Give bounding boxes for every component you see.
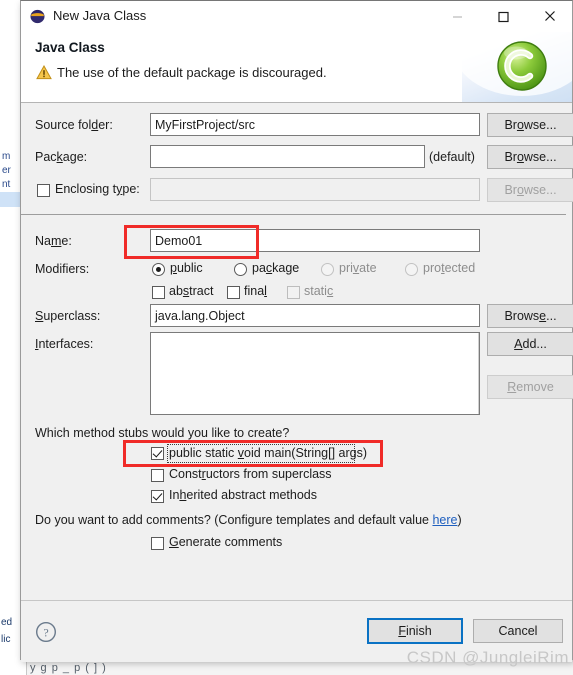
modifier-checkbox-final[interactable] — [227, 286, 240, 299]
modifier-radio-private — [321, 263, 334, 276]
interfaces-add-label: Add... — [514, 337, 547, 351]
dialog-title: New Java Class — [53, 8, 147, 23]
generate-comments-checkbox[interactable] — [151, 537, 164, 550]
enclosing-type-browse-label: Browse... — [504, 183, 557, 197]
source-folder-browse-label: Browse... — [504, 118, 557, 132]
interfaces-label: Interfaces: — [35, 337, 94, 351]
finish-button[interactable]: Finish — [367, 618, 463, 644]
comments-question-suffix: ) — [457, 513, 462, 527]
method-stubs-question: Which method stubs would you like to cre… — [35, 426, 290, 440]
method-stub-label-constructors: Constructors from superclass — [169, 467, 332, 481]
maximize-button[interactable] — [481, 1, 526, 31]
comments-question-prefix: Do you want to add comments? (Configure … — [35, 513, 433, 527]
warning-triangle-icon — [36, 64, 52, 80]
maximize-icon — [498, 11, 509, 22]
cancel-button[interactable]: Cancel — [473, 619, 563, 643]
interfaces-list[interactable] — [150, 332, 480, 415]
interfaces-remove-button: Remove — [487, 375, 573, 399]
name-input[interactable]: Demo01 — [150, 229, 480, 252]
modifier-radio-public[interactable] — [152, 263, 165, 276]
package-input[interactable] — [150, 145, 425, 168]
modifier-checkbox-abstract[interactable] — [152, 286, 165, 299]
superclass-browse-label: Browse... — [504, 309, 557, 323]
wizard-body: Source folder: MyFirstProject/src Browse… — [21, 103, 573, 600]
modifier-label-static: static — [304, 284, 334, 298]
modifier-radio-protected — [405, 263, 418, 276]
package-label: Package: — [35, 150, 88, 164]
minimize-button[interactable] — [435, 1, 480, 31]
svg-text:?: ? — [43, 626, 48, 640]
superclass-input[interactable]: java.lang.Object — [150, 304, 480, 327]
interfaces-add-button[interactable]: Add... — [487, 332, 573, 356]
generate-comments-label: Generate comments — [169, 535, 283, 549]
background-editor-text: ed lic — [1, 617, 13, 645]
section-separator-1 — [21, 214, 566, 215]
csdn-watermark: CSDN @JungleiRim — [406, 648, 569, 667]
wizard-header-title: Java Class — [35, 40, 105, 55]
new-java-class-dialog: New Java Class Java Class The use of the… — [20, 0, 573, 662]
modifier-label-protected: protected — [423, 261, 476, 275]
method-stub-label-inherited: Inherited abstract methods — [169, 488, 318, 502]
modifiers-label: Modifiers: — [35, 262, 90, 276]
superclass-browse-button[interactable]: Browse... — [487, 304, 573, 328]
close-icon — [544, 11, 555, 21]
cancel-label: Cancel — [498, 624, 538, 638]
close-button[interactable] — [527, 1, 572, 31]
wizard-header: Java Class The use of the default packag… — [21, 32, 572, 103]
minimize-icon — [453, 15, 462, 18]
name-label: Name: — [35, 234, 72, 248]
enclosing-type-input[interactable] — [150, 178, 480, 201]
source-folder-label: Source folder: — [35, 118, 113, 132]
method-stub-label-main: public static void main(String[] args) — [169, 446, 367, 460]
modifier-radio-package[interactable] — [234, 263, 247, 276]
comments-question: Do you want to add comments? (Configure … — [35, 513, 462, 527]
source-folder-input[interactable]: MyFirstProject/src — [150, 113, 480, 136]
wizard-header-message: The use of the default package is discou… — [57, 65, 327, 80]
enclosing-type-label: Enclosing type: — [55, 182, 140, 196]
modifier-label-abstract: abstract — [169, 284, 214, 298]
package-default-suffix: (default) — [429, 150, 475, 164]
java-class-green-c-icon — [496, 40, 548, 92]
finish-label: Finish — [398, 624, 432, 638]
modifier-label-private: private — [339, 261, 377, 275]
source-folder-browse-button[interactable]: Browse... — [487, 113, 573, 137]
method-stub-checkbox-main[interactable] — [151, 447, 164, 460]
package-browse-label: Browse... — [504, 150, 557, 164]
method-stub-checkbox-inherited[interactable] — [151, 490, 164, 503]
interfaces-scroll-divider — [478, 333, 479, 414]
modifier-label-final: final — [244, 284, 267, 298]
modifier-checkbox-static — [287, 286, 300, 299]
help-question-icon[interactable]: ? — [35, 621, 57, 643]
modifier-label-package: package — [252, 261, 300, 275]
modifier-label-public: public — [170, 261, 203, 275]
package-browse-button[interactable]: Browse... — [487, 145, 573, 169]
enclosing-type-checkbox[interactable] — [37, 184, 50, 197]
enclosing-type-browse-button: Browse... — [487, 178, 573, 202]
eclipse-logo-icon — [30, 9, 45, 24]
dialog-titlebar[interactable]: New Java Class — [21, 1, 572, 32]
interfaces-remove-label: Remove — [507, 380, 554, 394]
method-stub-checkbox-constructors[interactable] — [151, 469, 164, 482]
superclass-label: Superclass: — [35, 309, 101, 323]
configure-templates-link[interactable]: here — [432, 513, 457, 527]
